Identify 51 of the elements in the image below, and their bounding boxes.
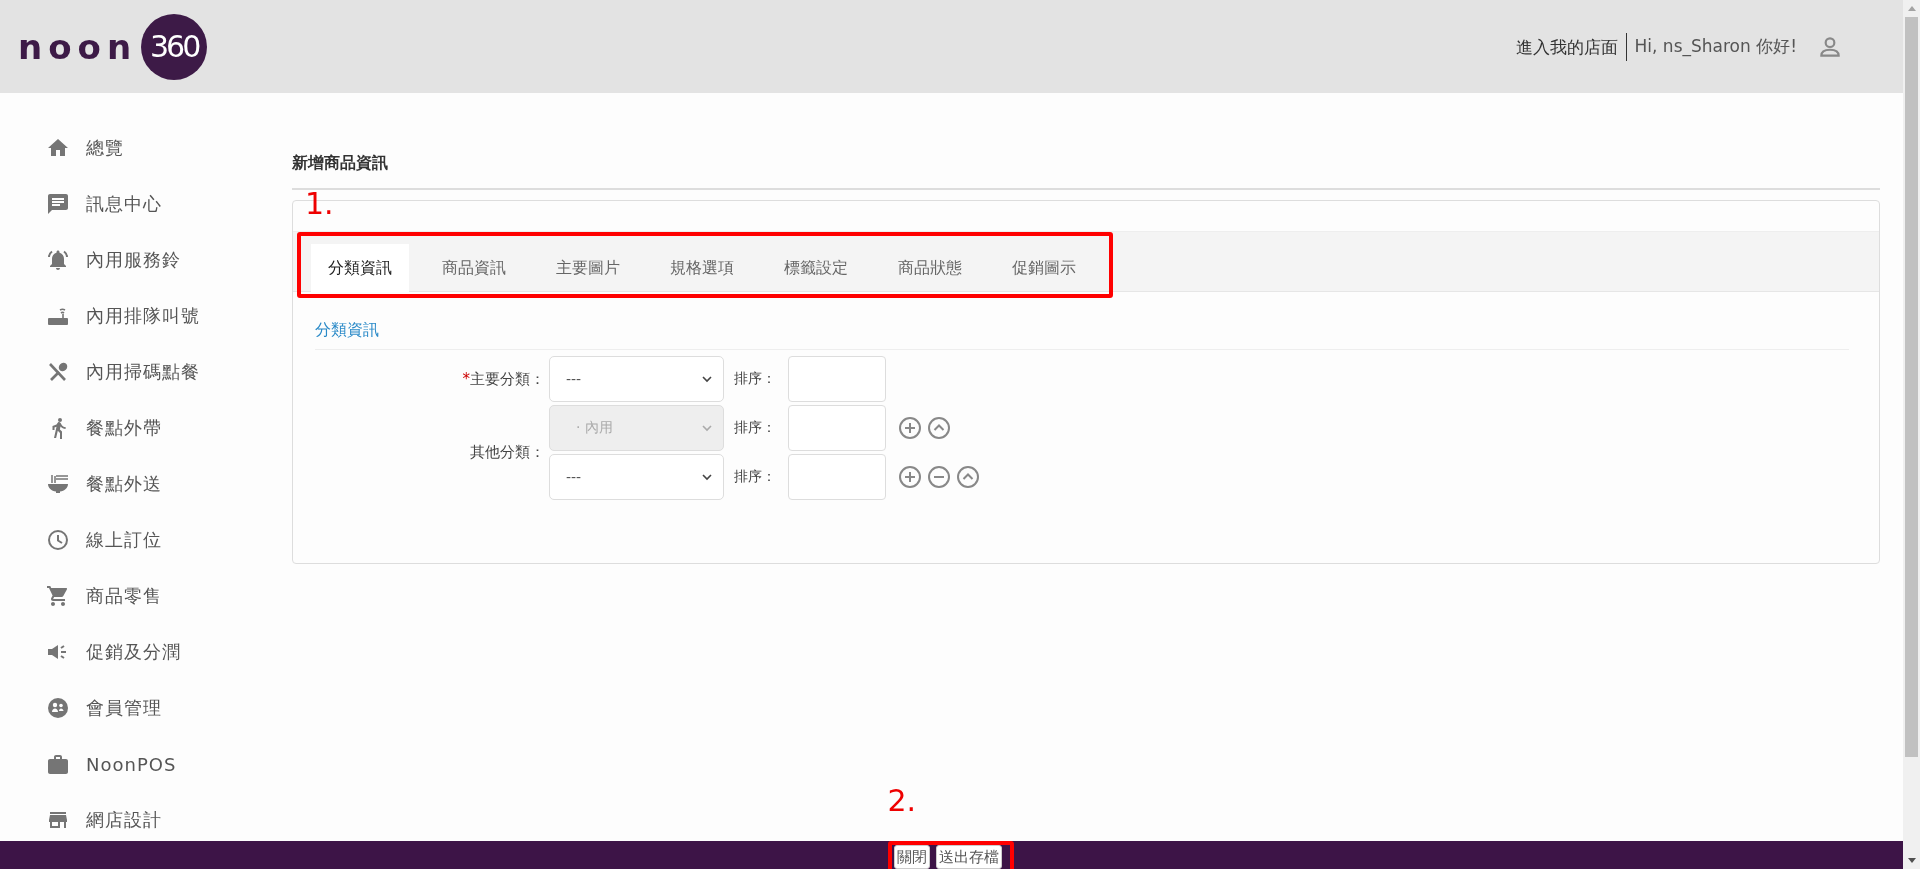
logo-badge: 360 xyxy=(141,13,208,80)
sidebar-item[interactable]: 餐點外帶 xyxy=(86,416,162,440)
cart-icon xyxy=(46,584,70,608)
bell-icon xyxy=(46,248,70,272)
tab[interactable]: 促銷圖示 xyxy=(995,244,1093,292)
page-title: 新增商品資訊 xyxy=(292,153,1880,190)
field-label: 排序： xyxy=(734,370,776,388)
footer-button[interactable]: 關閉 xyxy=(893,845,930,869)
tab[interactable]: 分類資訊 xyxy=(311,244,409,292)
clock-icon xyxy=(46,528,70,552)
plus-icon[interactable] xyxy=(898,416,922,440)
logo-text: noon xyxy=(18,26,138,67)
section-title: 分類資訊 xyxy=(315,320,1849,350)
field-label: 排序： xyxy=(734,419,776,437)
tab[interactable]: 標籤設定 xyxy=(767,244,865,292)
sidebar-item[interactable]: 促銷及分潤 xyxy=(86,640,181,664)
sidebar-item[interactable]: 總覽 xyxy=(86,136,124,160)
minus-icon[interactable] xyxy=(927,465,951,489)
sidebar-item[interactable]: 網店設計 xyxy=(86,808,162,832)
plus-icon[interactable] xyxy=(898,465,922,489)
tab[interactable]: 商品資訊 xyxy=(425,244,523,292)
field-label: *主要分類： xyxy=(461,369,546,389)
sidebar-item[interactable]: 線上訂位 xyxy=(86,528,162,552)
tab[interactable]: 商品狀態 xyxy=(881,244,979,292)
sidebar-item[interactable]: 內用掃碼點餐 xyxy=(86,360,200,384)
greeting-text: Hi, ns_Sharon 你好! xyxy=(1633,35,1797,58)
briefcase-icon xyxy=(46,752,70,776)
sort-field[interactable] xyxy=(788,405,886,451)
annotation-label: 2. xyxy=(887,783,917,818)
sidebar-item[interactable]: 餐點外送 xyxy=(86,472,162,496)
sidebar-item[interactable]: 內用服務鈴 xyxy=(86,248,181,272)
field-label: 排序： xyxy=(734,468,776,486)
dropdown[interactable]: --- xyxy=(549,356,724,402)
sidebar-item[interactable]: 內用排隊叫號 xyxy=(86,304,200,328)
sidebar-item[interactable]: 商品零售 xyxy=(86,584,162,608)
sidebar-item[interactable]: 會員管理 xyxy=(86,696,162,720)
sort-field[interactable] xyxy=(788,356,886,402)
footer-button[interactable]: 送出存檔 xyxy=(935,845,1002,869)
dropdown[interactable]: --- xyxy=(549,454,724,500)
sidebar-item[interactable]: NoonPOS xyxy=(86,753,177,775)
store-link[interactable]: 進入我的店面 xyxy=(1515,32,1627,61)
people-icon xyxy=(46,696,70,720)
bowl-icon xyxy=(46,472,70,496)
sort-field[interactable] xyxy=(788,454,886,500)
chevron-up-icon[interactable] xyxy=(956,465,980,489)
tab[interactable]: 規格選項 xyxy=(653,244,751,292)
sidebar-item[interactable]: 訊息中心 xyxy=(86,192,162,216)
tab[interactable]: 主要圖片 xyxy=(539,244,637,292)
chat-icon xyxy=(46,192,70,216)
field-label: 其他分類： xyxy=(469,443,546,462)
chevron-up-icon[interactable] xyxy=(927,416,951,440)
